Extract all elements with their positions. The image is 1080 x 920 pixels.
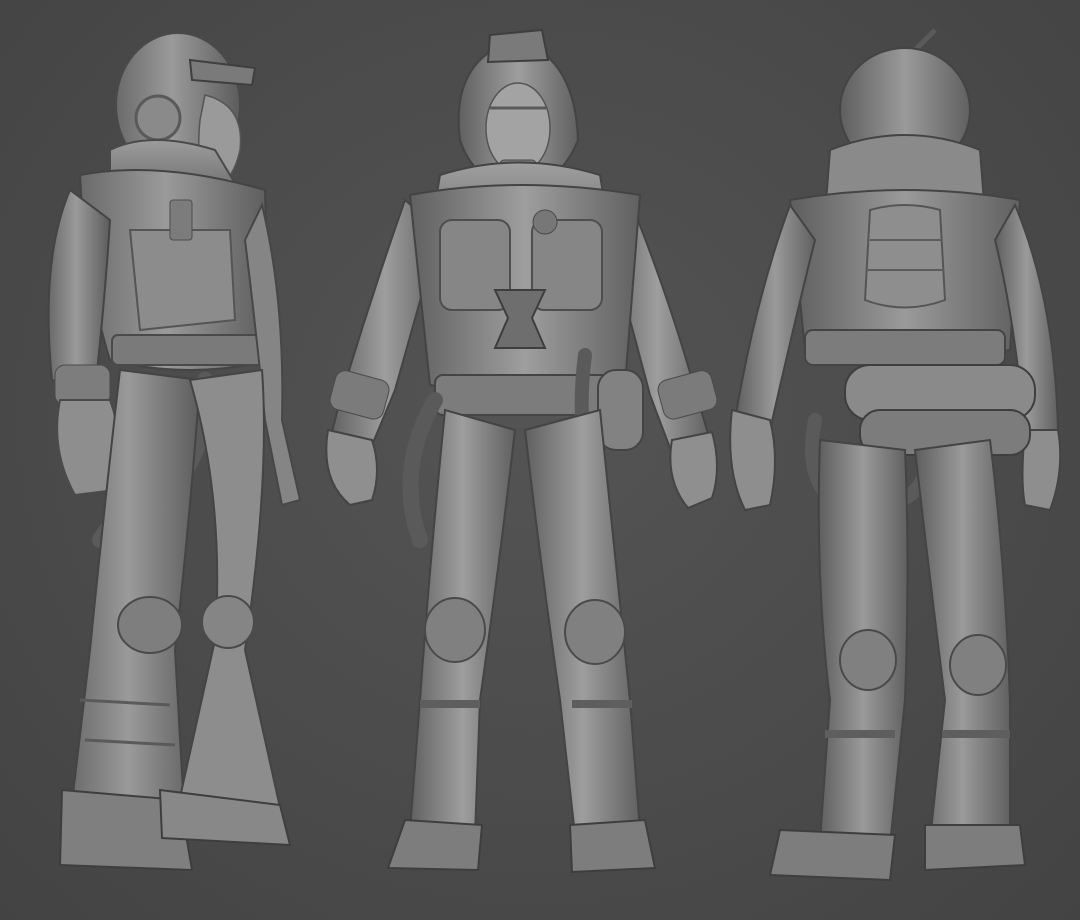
boot xyxy=(768,828,897,882)
helmet-lamp xyxy=(486,28,550,64)
glove xyxy=(729,408,776,512)
sculpt-viewport xyxy=(0,0,1080,920)
glove xyxy=(325,428,378,507)
glove xyxy=(669,430,718,510)
side-view-figure xyxy=(0,0,340,920)
front-view-figure xyxy=(310,0,750,920)
side-view-figure-icon xyxy=(47,32,302,872)
back-view-figure xyxy=(720,0,1080,920)
arm xyxy=(47,188,112,392)
ear-disc xyxy=(134,94,182,142)
air-hose xyxy=(402,392,443,548)
belt xyxy=(804,329,1006,366)
visor-goggles xyxy=(188,58,257,87)
boot xyxy=(924,824,1027,872)
belt xyxy=(111,334,273,366)
boot xyxy=(386,818,484,872)
back-view-figure-icon xyxy=(729,28,1062,882)
air-tank xyxy=(597,369,644,451)
boot xyxy=(568,818,657,874)
front-view-figure-icon xyxy=(325,28,718,874)
